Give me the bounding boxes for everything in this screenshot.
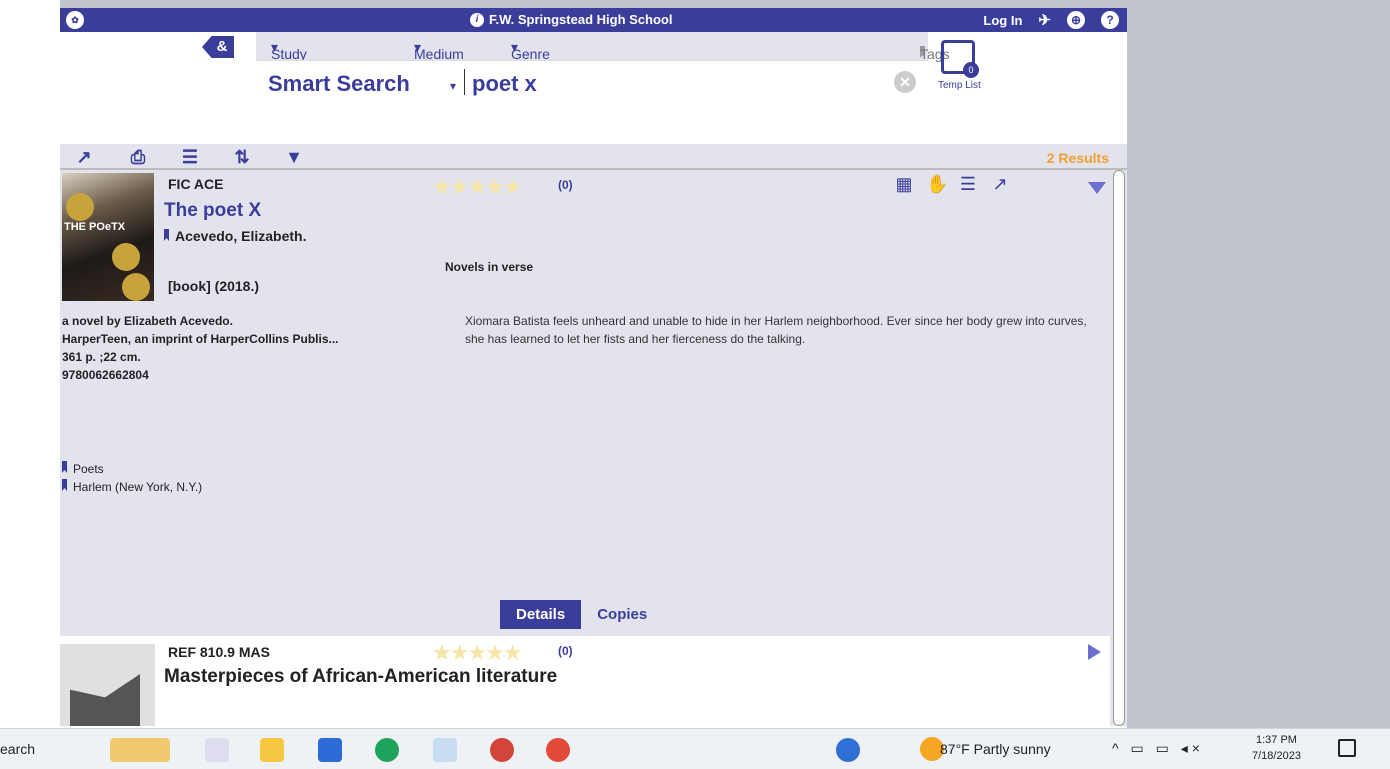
advanced-search-toggle[interactable]: & bbox=[202, 36, 234, 58]
subject-list: Poets Harlem (New York, N.Y.) bbox=[62, 460, 202, 496]
subject-link[interactable]: Harlem (New York, N.Y.) bbox=[62, 478, 202, 496]
task-view-icon[interactable] bbox=[205, 738, 229, 762]
subject-label: Harlem (New York, N.Y.) bbox=[73, 480, 203, 494]
call-number: REF 810.9 MAS bbox=[168, 644, 270, 660]
filter-medium[interactable]: Medium ▾ bbox=[414, 39, 464, 62]
chevron-down-icon[interactable]: ▾ bbox=[450, 79, 456, 93]
notification-icon[interactable] bbox=[1338, 739, 1356, 757]
add-to-list-icon[interactable]: ☰ bbox=[180, 147, 200, 167]
weather-text[interactable]: 87°F Partly sunny bbox=[940, 741, 1051, 757]
login-link[interactable]: Log In bbox=[983, 13, 1022, 28]
tab-details[interactable]: Details bbox=[500, 600, 582, 629]
meta-line: a novel by Elizabeth Acevedo. bbox=[62, 314, 233, 328]
temp-list-button[interactable]: 0 Temp List bbox=[938, 40, 981, 91]
meta-line: HarperTeen, an imprint of HarperCollins … bbox=[62, 332, 339, 346]
record-actions: ▦ ✋ ☰ ↗ bbox=[894, 174, 1010, 194]
school-name[interactable]: i F.W. Springstead High School bbox=[470, 12, 672, 27]
book-cover-placeholder[interactable] bbox=[60, 644, 155, 726]
rating-stars[interactable]: ★★★★★ bbox=[432, 174, 523, 200]
file-explorer-icon[interactable] bbox=[260, 738, 284, 762]
globe-icon[interactable]: ⊕ bbox=[1067, 11, 1085, 29]
results-toolbar: ↗ ⎙ ☰ ⇅ ▼ 2 Results bbox=[60, 144, 1127, 170]
catalog-app: ✿ i F.W. Springstead High School Log In … bbox=[60, 8, 1127, 728]
windows-taskbar: earch 87°F Partly sunny ^ ▭ ▭ ◂× 1:37 PM… bbox=[0, 728, 1390, 769]
search-highlight-icon[interactable] bbox=[110, 738, 170, 762]
school-name-label: F.W. Springstead High School bbox=[489, 12, 673, 27]
results-count: 2 Results bbox=[1046, 150, 1109, 166]
record-format: [book] (2018.) bbox=[168, 278, 260, 294]
destiny-logo-icon[interactable]: ✿ bbox=[66, 11, 84, 29]
subject-label: Poets bbox=[73, 462, 104, 476]
search-mode-select[interactable]: Smart Search bbox=[268, 71, 410, 97]
record-tabs: Details Copies bbox=[500, 600, 655, 629]
help-icon[interactable]: ? bbox=[1101, 11, 1119, 29]
rating-stars[interactable]: ★★★★★ bbox=[432, 640, 523, 666]
result-record: REF 810.9 MAS ★★★★★ (0) Masterpieces of … bbox=[60, 636, 1110, 726]
help-icon[interactable] bbox=[836, 738, 860, 762]
bookmark-icon bbox=[62, 461, 67, 473]
calendar-icon[interactable]: ▦ bbox=[894, 174, 914, 194]
award-seal bbox=[122, 273, 150, 301]
share-icon[interactable]: ↗ bbox=[990, 174, 1010, 194]
meta-line: 361 p. ;22 cm. bbox=[62, 350, 141, 364]
sort-icon[interactable]: ⇅ bbox=[232, 147, 252, 167]
book-cover[interactable]: THE POeTX bbox=[62, 173, 154, 301]
filter-study-programs[interactable]: Study Programs ▾ bbox=[271, 39, 332, 78]
meta-line: 9780062662804 bbox=[62, 368, 149, 382]
rating-count: (0) bbox=[558, 178, 573, 192]
filter-bar: Study Programs ▾ Medium ▾ Genre ▾ Tags bbox=[256, 32, 950, 78]
subject-heading: Novels in verse bbox=[445, 260, 534, 274]
app-icon[interactable] bbox=[490, 738, 514, 762]
cover-text: THE POeTX bbox=[64, 221, 126, 233]
rocket-icon[interactable]: ✈ bbox=[1038, 11, 1051, 29]
award-seal bbox=[66, 193, 94, 221]
share-icon[interactable]: ↗ bbox=[74, 147, 94, 167]
book-icon bbox=[70, 674, 140, 726]
search-box: Smart Search ▾ poet x ✕ bbox=[256, 60, 928, 102]
record-meta: a novel by Elizabeth Acevedo. HarperTeen… bbox=[62, 312, 339, 384]
bookmark-icon bbox=[164, 229, 169, 241]
temp-list-label: Temp List bbox=[938, 80, 981, 91]
tab-copies[interactable]: Copies bbox=[589, 600, 655, 629]
record-title[interactable]: Masterpieces of African-American literat… bbox=[164, 666, 557, 688]
call-number: FIC ACE bbox=[168, 176, 224, 192]
temp-list-count: 0 bbox=[963, 62, 979, 78]
award-seal bbox=[112, 243, 140, 271]
clock-time: 1:37 PM bbox=[1255, 734, 1297, 746]
window-background bbox=[0, 0, 60, 728]
top-bar: ✿ i F.W. Springstead High School Log In … bbox=[60, 8, 1127, 32]
author-name: Acevedo, Elizabeth. bbox=[175, 228, 307, 244]
filter-icon[interactable]: ▼ bbox=[284, 147, 304, 167]
rating-count: (0) bbox=[558, 644, 573, 658]
filter-genre[interactable]: Genre ▾ bbox=[511, 39, 550, 62]
scrollbar[interactable] bbox=[1113, 170, 1125, 726]
print-icon[interactable]: ⎙ bbox=[128, 147, 148, 167]
chrome-icon[interactable] bbox=[546, 738, 570, 762]
system-tray-icons[interactable]: ^ ▭ ▭ ◂× bbox=[1112, 740, 1204, 757]
edge-icon[interactable] bbox=[375, 738, 399, 762]
clock-date: 7/18/2023 bbox=[1252, 750, 1301, 762]
record-author[interactable]: Acevedo, Elizabeth. bbox=[164, 228, 306, 244]
add-to-list-icon[interactable]: ☰ bbox=[958, 174, 978, 194]
record-summary: Xiomara Batista feels unheard and unable… bbox=[465, 314, 1087, 346]
subject-link[interactable]: Poets bbox=[62, 460, 202, 478]
taskbar-search[interactable]: earch bbox=[0, 741, 35, 757]
text-cursor bbox=[464, 69, 465, 95]
list-icon: 0 bbox=[941, 40, 979, 78]
clear-search-icon[interactable]: ✕ bbox=[894, 71, 916, 93]
store-icon[interactable] bbox=[318, 738, 342, 762]
search-input[interactable]: poet x bbox=[472, 71, 537, 97]
top-bar-actions: Log In ✈ ⊕ ? bbox=[983, 11, 1119, 29]
record-title[interactable]: The poet X bbox=[164, 200, 261, 222]
bookmark-icon bbox=[62, 479, 67, 491]
hold-icon[interactable]: ✋ bbox=[926, 174, 948, 194]
collapse-icon[interactable] bbox=[1088, 182, 1106, 194]
dropbox-icon[interactable] bbox=[433, 738, 457, 762]
info-icon: i bbox=[470, 12, 484, 27]
expand-icon[interactable] bbox=[1088, 644, 1101, 660]
clock[interactable]: 1:37 PM 7/18/2023 bbox=[1252, 732, 1301, 764]
search-area: & Study Programs ▾ Medium ▾ Genre ▾ Tags… bbox=[60, 32, 1127, 144]
results-list: THE POeTX FIC ACE The poet X Acevedo, El… bbox=[60, 170, 1127, 726]
result-record: THE POeTX FIC ACE The poet X Acevedo, El… bbox=[60, 170, 1110, 634]
